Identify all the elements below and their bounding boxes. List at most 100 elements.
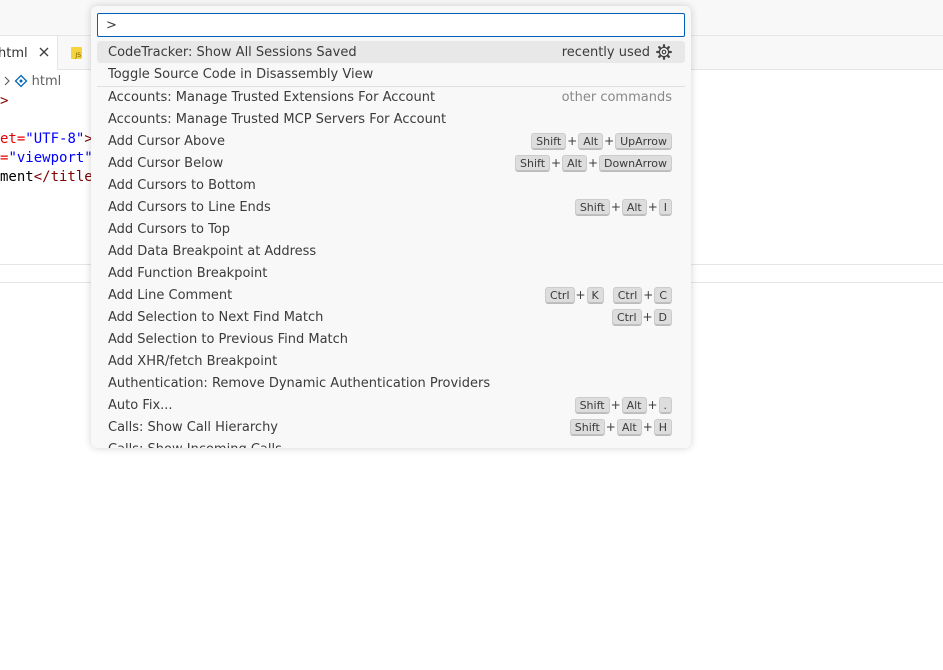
command-label: Add Selection to Previous Find Match — [108, 331, 349, 347]
key-cap: Shift — [569, 418, 605, 436]
key-cap: Ctrl — [611, 308, 642, 326]
keybinding: Shift + Alt + I — [574, 198, 672, 216]
js-file-icon: JS — [71, 47, 82, 59]
command-item[interactable]: Add XHR/fetch Breakpoint — [97, 350, 685, 372]
keybinding: Ctrl + K Ctrl + C — [544, 286, 672, 304]
tab-label: html — [0, 45, 28, 61]
key-cap: UpArrow — [615, 132, 672, 150]
key-plus: + — [604, 134, 615, 148]
command-item[interactable]: Add Data Breakpoint at Address — [97, 240, 685, 262]
command-item[interactable]: Add Cursors to Line Ends Shift + Alt + I — [97, 196, 685, 218]
command-label: Calls: Show Call Hierarchy — [108, 419, 278, 435]
key-plus: + — [610, 200, 621, 214]
key-cap: Alt — [621, 198, 647, 216]
command-item[interactable]: Add Cursor Above Shift + Alt + UpArrow — [97, 130, 685, 152]
command-palette-input[interactable] — [97, 13, 685, 37]
key-cap: H — [653, 418, 672, 436]
command-label: Accounts: Manage Trusted MCP Servers For… — [108, 111, 447, 127]
command-meta: Shift + Alt + H — [569, 418, 672, 436]
command-item[interactable]: Add Selection to Next Find Match Ctrl + D — [97, 306, 685, 328]
command-label: Add Cursors to Top — [108, 221, 231, 237]
command-label: Toggle Source Code in Disassembly View — [108, 66, 374, 82]
key-cap: Alt — [621, 396, 647, 414]
command-item[interactable]: Toggle Source Code in Disassembly View — [97, 63, 685, 85]
command-label: Add Line Comment — [108, 287, 233, 303]
key-plus: + — [642, 420, 653, 434]
command-label: Auto Fix... — [108, 397, 173, 413]
command-item[interactable]: Add Selection to Previous Find Match — [97, 328, 685, 350]
keybinding: Ctrl + D — [611, 308, 672, 326]
key-cap: DownArrow — [598, 154, 672, 172]
keybinding: Shift + Alt +. — [574, 396, 672, 414]
command-meta: Shift + Alt + DownArrow — [515, 154, 672, 172]
command-label: CodeTracker: Show All Sessions Saved — [108, 44, 357, 60]
command-meta: Shift + Alt + I — [574, 198, 672, 216]
command-meta: Shift + Alt + UpArrow — [531, 132, 672, 150]
command-label: Accounts: Manage Trusted Extensions For … — [108, 89, 436, 105]
command-label: Add Cursors to Bottom — [108, 177, 256, 193]
key-cap: C — [654, 286, 672, 304]
keybinding: Shift + Alt + DownArrow — [515, 154, 672, 172]
breadcrumb: l html — [0, 71, 100, 91]
key-plus: + — [605, 420, 616, 434]
command-palette: CodeTracker: Show All Sessions Saved rece… — [91, 6, 691, 448]
key-cap: Shift — [515, 154, 551, 172]
command-meta: Ctrl + K Ctrl + C — [544, 286, 672, 304]
command-group-label: recently used — [561, 44, 650, 60]
key-plus: + — [647, 200, 658, 214]
command-label: Add Cursors to Line Ends — [108, 199, 271, 215]
tab-html-file[interactable]: html — [0, 36, 58, 70]
command-item[interactable]: Accounts: Manage Trusted Extensions For … — [97, 86, 685, 108]
command-meta: Ctrl + D — [611, 308, 672, 326]
command-label: Add Cursor Above — [108, 133, 225, 149]
gear-icon[interactable] — [656, 44, 672, 60]
chevron-right-icon — [4, 76, 10, 86]
command-meta: Shift + Alt +. — [574, 396, 672, 414]
key-cap: Shift — [531, 132, 567, 150]
command-item[interactable]: CodeTracker: Show All Sessions Saved rece… — [97, 41, 685, 63]
key-cap: Alt — [578, 132, 604, 150]
key-cap: Ctrl — [544, 286, 575, 304]
command-item[interactable]: Add Line Comment Ctrl + K Ctrl + C — [97, 284, 685, 306]
key-cap: Ctrl — [612, 286, 643, 304]
command-item[interactable]: Calls: Show Call Hierarchy Shift + Alt + H — [97, 416, 685, 438]
command-item[interactable]: Add Cursor Below Shift + Alt + DownArrow — [97, 152, 685, 174]
command-item[interactable]: Add Cursors to Bottom — [97, 174, 685, 196]
command-label: Calls: Show Incoming Calls — [108, 442, 672, 449]
command-item[interactable]: Authentication: Remove Dynamic Authentic… — [97, 372, 685, 394]
key-cap: Shift — [574, 198, 610, 216]
command-item[interactable]: Auto Fix... Shift + Alt +. — [97, 394, 685, 416]
code-line[interactable]: et="UTF-8"> — [0, 130, 93, 149]
key-cap: . — [658, 396, 672, 414]
command-label: Add Cursor Below — [108, 155, 224, 171]
key-cap: D — [653, 308, 672, 326]
key-plus: + — [587, 156, 598, 170]
code-line[interactable]: ment</title — [0, 168, 93, 187]
breadcrumb-item-html[interactable]: html — [32, 74, 62, 89]
command-list: CodeTracker: Show All Sessions Saved rece… — [91, 41, 691, 448]
key-cap: Alt — [616, 418, 642, 436]
key-plus: + — [647, 398, 658, 412]
code-line[interactable]: > — [0, 92, 8, 111]
code-line[interactable]: ="viewport" — [0, 149, 93, 168]
breadcrumb-item[interactable]: l — [0, 74, 1, 89]
command-item[interactable]: Accounts: Manage Trusted MCP Servers For… — [97, 108, 685, 130]
command-label: Add Function Breakpoint — [108, 265, 268, 281]
key-plus: + — [551, 156, 562, 170]
close-icon[interactable] — [37, 45, 51, 59]
key-cap: Shift — [574, 396, 610, 414]
command-label: Add Data Breakpoint at Address — [108, 243, 317, 259]
command-item[interactable]: Calls: Show Incoming Calls — [97, 438, 685, 449]
key-plus: + — [575, 288, 586, 302]
command-item[interactable]: Add Function Breakpoint — [97, 262, 685, 284]
keybinding: Shift + Alt + H — [569, 418, 672, 436]
key-cap: Alt — [562, 154, 587, 172]
command-meta: other commands — [562, 90, 672, 105]
key-cap: K — [586, 286, 604, 304]
key-cap: I — [658, 198, 672, 216]
command-item[interactable]: Add Cursors to Top — [97, 218, 685, 240]
command-meta: recently used — [562, 44, 672, 60]
command-label: Add Selection to Next Find Match — [108, 309, 324, 325]
key-plus: + — [567, 134, 578, 148]
command-label: Authentication: Remove Dynamic Authentic… — [108, 375, 491, 391]
